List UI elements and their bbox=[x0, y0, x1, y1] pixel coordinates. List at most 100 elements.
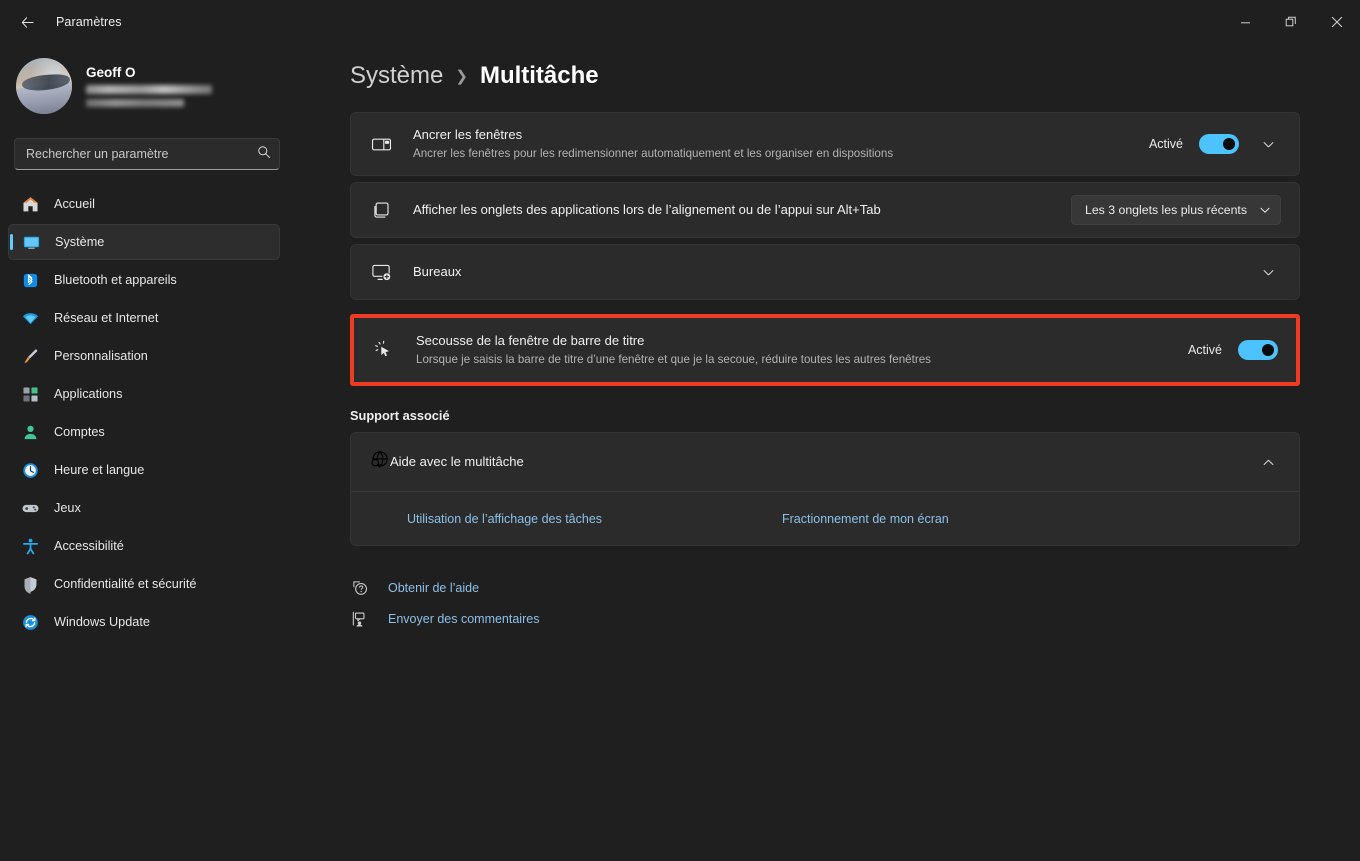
setting-row-alt-tab[interactable]: Afficher les onglets des applications lo… bbox=[350, 182, 1300, 238]
setting-description: Ancrer les fenêtres pour les redimension… bbox=[413, 146, 894, 160]
gamepad-icon bbox=[20, 498, 40, 518]
sidebar-item-jeux[interactable]: Jeux bbox=[8, 490, 280, 526]
sidebar-item-windows-update[interactable]: Windows Update bbox=[8, 604, 280, 640]
collapse-support-button[interactable] bbox=[1255, 449, 1281, 475]
support-card: Aide avec le multitâche Utilisation de l… bbox=[350, 432, 1300, 546]
toggle-knob bbox=[1223, 138, 1235, 150]
profile-email-redacted-line2 bbox=[86, 99, 184, 107]
setting-title: Secousse de la fenêtre de barre de titre bbox=[416, 333, 645, 349]
alt-tab-dropdown[interactable]: Les 3 onglets les plus récents bbox=[1070, 195, 1281, 225]
clock-icon bbox=[20, 460, 40, 480]
sidebar-item-systeme[interactable]: Système bbox=[8, 224, 280, 260]
main-content: Système ❯ Multitâche Ancrer les fenêtres… bbox=[300, 44, 1360, 861]
restore-icon bbox=[1285, 16, 1296, 27]
person-icon bbox=[20, 422, 40, 442]
title-bar-shake-toggle[interactable] bbox=[1238, 340, 1278, 360]
sidebar-item-accueil[interactable]: Accueil bbox=[8, 186, 280, 222]
feedback-icon bbox=[350, 609, 370, 629]
window-tabs-icon bbox=[369, 198, 393, 222]
globe-search-icon bbox=[369, 449, 390, 475]
footer-link-label[interactable]: Envoyer des commentaires bbox=[388, 612, 539, 626]
search-input[interactable] bbox=[14, 138, 280, 170]
sidebar-item-label: Windows Update bbox=[54, 615, 150, 629]
arrow-left-icon bbox=[21, 16, 34, 28]
window-titlebar: Paramètres bbox=[0, 0, 1360, 44]
sidebar-item-heure-langue[interactable]: Heure et langue bbox=[8, 452, 280, 488]
setting-row-snap-windows[interactable]: Ancrer les fenêtres Ancrer les fenêtres … bbox=[350, 112, 1300, 176]
apps-grid-icon bbox=[20, 384, 40, 404]
dropdown-value: Les 3 onglets les plus récents bbox=[1084, 203, 1247, 217]
sidebar-nav: Accueil Système Bluetooth et appareils R… bbox=[0, 186, 300, 640]
close-button[interactable] bbox=[1314, 0, 1360, 44]
sidebar-item-bluetooth[interactable]: Bluetooth et appareils bbox=[8, 262, 280, 298]
support-row-help-multitasking[interactable]: Aide avec le multitâche bbox=[351, 433, 1299, 491]
support-title: Aide avec le multitâche bbox=[390, 454, 524, 470]
chevron-right-icon: ❯ bbox=[455, 68, 468, 85]
breadcrumb: Système ❯ Multitâche bbox=[350, 62, 1300, 90]
sidebar: Geoff O Ac bbox=[0, 44, 300, 861]
support-section-title: Support associé bbox=[350, 408, 450, 423]
minimize-icon bbox=[1240, 21, 1250, 23]
minimize-button[interactable] bbox=[1222, 0, 1268, 44]
sidebar-item-label: Jeux bbox=[54, 501, 81, 515]
sidebar-item-comptes[interactable]: Comptes bbox=[8, 414, 280, 450]
profile-section[interactable]: Geoff O bbox=[0, 44, 300, 124]
footer-links: Obtenir de l’aide Envoyer des commentair… bbox=[350, 572, 1300, 634]
wifi-icon bbox=[20, 308, 40, 328]
sidebar-item-reseau[interactable]: Réseau et Internet bbox=[8, 300, 280, 336]
sidebar-item-label: Comptes bbox=[54, 425, 105, 439]
sidebar-item-label: Réseau et Internet bbox=[54, 311, 159, 325]
profile-name: Geoff O bbox=[86, 65, 136, 80]
toggle-state-label: Activé bbox=[1187, 343, 1222, 357]
snap-layout-icon bbox=[369, 132, 393, 156]
support-links-row: Utilisation de l’affichage des tâches Fr… bbox=[351, 491, 1299, 545]
profile-email-redacted bbox=[86, 85, 212, 94]
annotation-highlight-box: Secousse de la fenêtre de barre de titre… bbox=[350, 314, 1300, 386]
expand-snap-windows-button[interactable] bbox=[1255, 131, 1281, 157]
close-icon bbox=[1331, 16, 1343, 28]
help-question-icon bbox=[350, 578, 370, 598]
search-container bbox=[14, 138, 280, 170]
accessibility-person-icon bbox=[20, 536, 40, 556]
window-controls bbox=[1222, 0, 1360, 44]
sidebar-item-label: Bluetooth et appareils bbox=[54, 273, 177, 287]
footer-row-send-feedback[interactable]: Envoyer des commentaires bbox=[350, 603, 1300, 634]
setting-title: Afficher les onglets des applications lo… bbox=[413, 202, 881, 218]
restore-button[interactable] bbox=[1268, 0, 1314, 44]
page-title: Multitâche bbox=[479, 62, 599, 89]
sidebar-item-label: Confidentialité et sécurité bbox=[54, 577, 197, 591]
update-refresh-icon bbox=[20, 612, 40, 632]
toggle-knob bbox=[1262, 344, 1274, 356]
home-icon bbox=[20, 194, 40, 214]
paintbrush-icon bbox=[20, 346, 40, 366]
shield-icon bbox=[20, 574, 40, 594]
toggle-state-label: Activé bbox=[1148, 137, 1183, 151]
sidebar-item-applications[interactable]: Applications bbox=[8, 376, 280, 412]
sidebar-item-label: Accueil bbox=[54, 197, 95, 211]
chevron-down-icon bbox=[1263, 269, 1273, 275]
sidebar-item-label: Personnalisation bbox=[54, 349, 148, 363]
support-link-task-view[interactable]: Utilisation de l’affichage des tâches bbox=[407, 512, 782, 526]
avatar bbox=[16, 58, 72, 114]
sidebar-item-label: Heure et langue bbox=[54, 463, 145, 477]
sidebar-item-label: Accessibilité bbox=[54, 539, 124, 553]
app-title: Paramètres bbox=[56, 15, 122, 29]
bluetooth-icon bbox=[20, 270, 40, 290]
footer-row-get-help[interactable]: Obtenir de l’aide bbox=[350, 572, 1300, 603]
setting-row-desktops[interactable]: Bureaux bbox=[350, 244, 1300, 300]
expand-desktops-button[interactable] bbox=[1255, 259, 1281, 285]
sidebar-item-personnalisation[interactable]: Personnalisation bbox=[8, 338, 280, 374]
footer-link-label[interactable]: Obtenir de l’aide bbox=[388, 581, 479, 595]
setting-title: Ancrer les fenêtres bbox=[413, 127, 523, 143]
sidebar-item-confidentialite[interactable]: Confidentialité et sécurité bbox=[8, 566, 280, 602]
back-button[interactable] bbox=[10, 7, 44, 37]
chevron-up-icon bbox=[1263, 459, 1273, 465]
search-icon bbox=[257, 145, 271, 164]
sidebar-item-accessibilite[interactable]: Accessibilité bbox=[8, 528, 280, 564]
setting-row-title-bar-shake[interactable]: Secousse de la fenêtre de barre de titre… bbox=[354, 318, 1296, 382]
setting-title: Bureaux bbox=[413, 264, 462, 280]
support-link-split-screen[interactable]: Fractionnement de mon écran bbox=[782, 512, 949, 526]
snap-windows-toggle[interactable] bbox=[1199, 134, 1239, 154]
breadcrumb-parent-link[interactable]: Système bbox=[350, 62, 443, 90]
system-monitor-icon bbox=[21, 232, 41, 252]
